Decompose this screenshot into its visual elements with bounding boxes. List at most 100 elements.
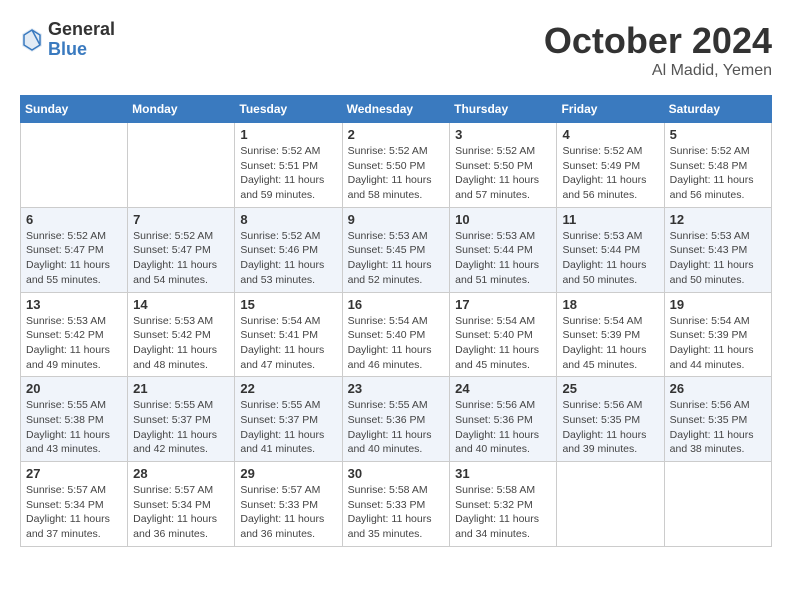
calendar-cell	[21, 123, 128, 208]
calendar-table: SundayMondayTuesdayWednesdayThursdayFrid…	[20, 95, 772, 547]
weekday-header-wednesday: Wednesday	[342, 96, 450, 123]
day-number: 3	[455, 127, 551, 142]
day-info: Sunrise: 5:53 AM Sunset: 5:42 PM Dayligh…	[26, 314, 122, 373]
calendar-cell: 21Sunrise: 5:55 AM Sunset: 5:37 PM Dayli…	[128, 377, 235, 462]
calendar-cell: 10 Sunrise: 5:53 AM Sunset: 5:44 PM Dayli…	[450, 207, 557, 292]
day-number: 11	[562, 212, 658, 227]
calendar-cell: 29 Sunrise: 5:57 AM Sunset: 5:33 PM Dayli…	[235, 462, 342, 547]
calendar-cell	[664, 462, 771, 547]
logo-icon	[20, 26, 44, 54]
day-number: 10	[455, 212, 551, 227]
day-number: 17	[455, 297, 551, 312]
calendar-cell	[557, 462, 664, 547]
calendar-cell	[128, 123, 235, 208]
calendar-cell: 27 Sunrise: 5:57 AM Sunset: 5:34 PM Dayli…	[21, 462, 128, 547]
day-info: Sunrise: 5:52 AM Sunset: 5:51 PM Dayligh…	[240, 144, 336, 203]
calendar-cell: 5 Sunrise: 5:52 AM Sunset: 5:48 PM Daylig…	[664, 123, 771, 208]
day-info: Sunrise: 5:52 AM Sunset: 5:49 PM Dayligh…	[562, 144, 658, 203]
calendar-week-row: 20Sunrise: 5:55 AM Sunset: 5:38 PM Dayli…	[21, 377, 772, 462]
day-number: 26	[670, 381, 766, 396]
title-block: October 2024 Al Madid, Yemen	[544, 20, 772, 80]
day-info: Sunrise: 5:58 AM Sunset: 5:32 PM Dayligh…	[455, 483, 551, 542]
day-info: Sunrise: 5:52 AM Sunset: 5:47 PM Dayligh…	[26, 229, 122, 288]
day-info: Sunrise: 5:57 AM Sunset: 5:33 PM Dayligh…	[240, 483, 336, 542]
calendar-cell: 13 Sunrise: 5:53 AM Sunset: 5:42 PM Dayli…	[21, 292, 128, 377]
day-number: 29	[240, 466, 336, 481]
weekday-header-sunday: Sunday	[21, 96, 128, 123]
calendar-cell: 22Sunrise: 5:55 AM Sunset: 5:37 PM Dayli…	[235, 377, 342, 462]
calendar-week-row: 6 Sunrise: 5:52 AM Sunset: 5:47 PM Daylig…	[21, 207, 772, 292]
weekday-header-friday: Friday	[557, 96, 664, 123]
day-number: 19	[670, 297, 766, 312]
day-info: Sunrise: 5:54 AM Sunset: 5:41 PM Dayligh…	[240, 314, 336, 373]
day-number: 22	[240, 381, 336, 396]
weekday-header-monday: Monday	[128, 96, 235, 123]
calendar-cell: 16Sunrise: 5:54 AM Sunset: 5:40 PM Dayli…	[342, 292, 450, 377]
weekday-header-thursday: Thursday	[450, 96, 557, 123]
day-info: Sunrise: 5:52 AM Sunset: 5:50 PM Dayligh…	[455, 144, 551, 203]
calendar-cell: 20Sunrise: 5:55 AM Sunset: 5:38 PM Dayli…	[21, 377, 128, 462]
day-number: 1	[240, 127, 336, 142]
day-number: 16	[348, 297, 445, 312]
calendar-cell: 28 Sunrise: 5:57 AM Sunset: 5:34 PM Dayli…	[128, 462, 235, 547]
calendar-cell: 31 Sunrise: 5:58 AM Sunset: 5:32 PM Dayli…	[450, 462, 557, 547]
day-info: Sunrise: 5:58 AM Sunset: 5:33 PM Dayligh…	[348, 483, 445, 542]
calendar-cell: 15Sunrise: 5:54 AM Sunset: 5:41 PM Dayli…	[235, 292, 342, 377]
calendar-week-row: 13 Sunrise: 5:53 AM Sunset: 5:42 PM Dayli…	[21, 292, 772, 377]
logo-blue-text: Blue	[48, 40, 115, 60]
logo: General Blue	[20, 20, 115, 60]
day-info: Sunrise: 5:53 AM Sunset: 5:44 PM Dayligh…	[562, 229, 658, 288]
day-number: 2	[348, 127, 445, 142]
logo-general-text: General	[48, 20, 115, 40]
calendar-cell: 30 Sunrise: 5:58 AM Sunset: 5:33 PM Dayli…	[342, 462, 450, 547]
day-info: Sunrise: 5:57 AM Sunset: 5:34 PM Dayligh…	[26, 483, 122, 542]
day-number: 5	[670, 127, 766, 142]
day-number: 13	[26, 297, 122, 312]
day-info: Sunrise: 5:52 AM Sunset: 5:48 PM Dayligh…	[670, 144, 766, 203]
day-number: 20	[26, 381, 122, 396]
calendar-week-row: 1 Sunrise: 5:52 AM Sunset: 5:51 PM Daylig…	[21, 123, 772, 208]
month-title: October 2024	[544, 20, 772, 62]
location: Al Madid, Yemen	[544, 62, 772, 80]
day-number: 23	[348, 381, 445, 396]
day-number: 9	[348, 212, 445, 227]
page-header: General Blue October 2024 Al Madid, Yeme…	[20, 20, 772, 80]
calendar-cell: 18 Sunrise: 5:54 AM Sunset: 5:39 PM Dayli…	[557, 292, 664, 377]
day-info: Sunrise: 5:53 AM Sunset: 5:45 PM Dayligh…	[348, 229, 445, 288]
day-number: 8	[240, 212, 336, 227]
day-number: 30	[348, 466, 445, 481]
day-number: 18	[562, 297, 658, 312]
calendar-cell: 11 Sunrise: 5:53 AM Sunset: 5:44 PM Dayli…	[557, 207, 664, 292]
calendar-cell: 6 Sunrise: 5:52 AM Sunset: 5:47 PM Daylig…	[21, 207, 128, 292]
day-info: Sunrise: 5:52 AM Sunset: 5:50 PM Dayligh…	[348, 144, 445, 203]
logo-text: General Blue	[48, 20, 115, 60]
day-info: Sunrise: 5:52 AM Sunset: 5:46 PM Dayligh…	[240, 229, 336, 288]
day-number: 4	[562, 127, 658, 142]
day-info: Sunrise: 5:57 AM Sunset: 5:34 PM Dayligh…	[133, 483, 229, 542]
calendar-cell: 17Sunrise: 5:54 AM Sunset: 5:40 PM Dayli…	[450, 292, 557, 377]
day-number: 24	[455, 381, 551, 396]
calendar-cell: 12Sunrise: 5:53 AM Sunset: 5:43 PM Dayli…	[664, 207, 771, 292]
day-number: 7	[133, 212, 229, 227]
calendar-cell: 23Sunrise: 5:55 AM Sunset: 5:36 PM Dayli…	[342, 377, 450, 462]
weekday-header-tuesday: Tuesday	[235, 96, 342, 123]
day-info: Sunrise: 5:56 AM Sunset: 5:35 PM Dayligh…	[562, 398, 658, 457]
calendar-cell: 2 Sunrise: 5:52 AM Sunset: 5:50 PM Daylig…	[342, 123, 450, 208]
day-info: Sunrise: 5:56 AM Sunset: 5:36 PM Dayligh…	[455, 398, 551, 457]
day-number: 28	[133, 466, 229, 481]
day-info: Sunrise: 5:55 AM Sunset: 5:37 PM Dayligh…	[133, 398, 229, 457]
calendar-cell: 4 Sunrise: 5:52 AM Sunset: 5:49 PM Daylig…	[557, 123, 664, 208]
day-number: 6	[26, 212, 122, 227]
day-info: Sunrise: 5:53 AM Sunset: 5:44 PM Dayligh…	[455, 229, 551, 288]
day-number: 31	[455, 466, 551, 481]
day-info: Sunrise: 5:52 AM Sunset: 5:47 PM Dayligh…	[133, 229, 229, 288]
calendar-cell: 1 Sunrise: 5:52 AM Sunset: 5:51 PM Daylig…	[235, 123, 342, 208]
day-number: 27	[26, 466, 122, 481]
weekday-header-saturday: Saturday	[664, 96, 771, 123]
day-info: Sunrise: 5:54 AM Sunset: 5:39 PM Dayligh…	[670, 314, 766, 373]
day-info: Sunrise: 5:54 AM Sunset: 5:39 PM Dayligh…	[562, 314, 658, 373]
calendar-cell: 7 Sunrise: 5:52 AM Sunset: 5:47 PM Daylig…	[128, 207, 235, 292]
calendar-cell: 9 Sunrise: 5:53 AM Sunset: 5:45 PM Daylig…	[342, 207, 450, 292]
calendar-cell: 26Sunrise: 5:56 AM Sunset: 5:35 PM Dayli…	[664, 377, 771, 462]
weekday-header-row: SundayMondayTuesdayWednesdayThursdayFrid…	[21, 96, 772, 123]
